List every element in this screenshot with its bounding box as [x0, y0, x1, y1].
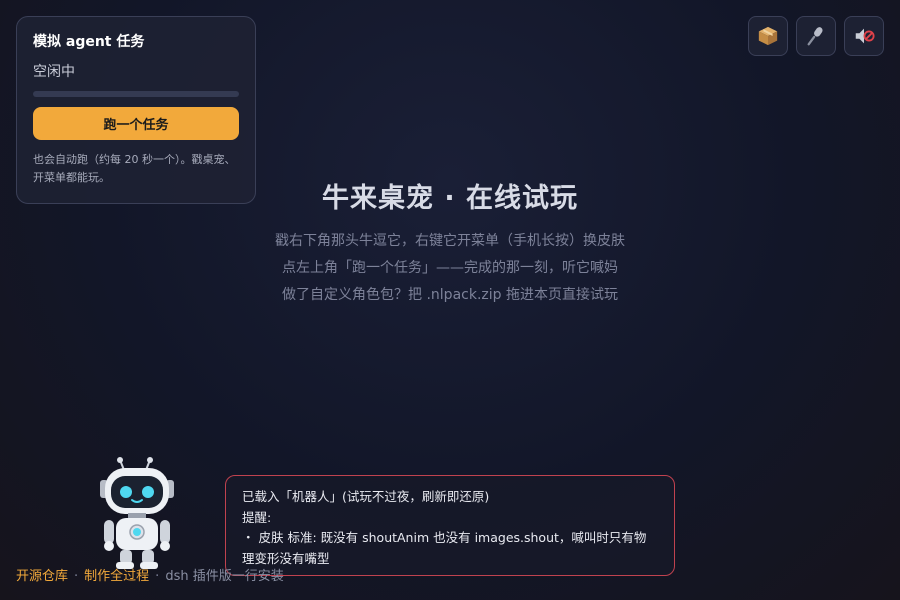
footer-separator: ·	[74, 569, 79, 584]
hero-line: 戳右下角那头牛逗它，右键它开菜单（手机长按）换皮肤	[275, 233, 625, 249]
package-icon	[758, 26, 778, 46]
task-progress-bar	[33, 91, 239, 97]
microphone-icon	[807, 27, 823, 46]
task-card-title: 模拟 agent 任务	[33, 34, 145, 50]
microphone-button[interactable]	[796, 16, 836, 56]
toast-line: 提醒:	[242, 509, 272, 525]
repo-link[interactable]: 开源仓库	[16, 569, 68, 584]
plugin-install-text: dsh 插件版一行安装	[165, 569, 284, 584]
run-task-button[interactable]: 跑一个任务	[33, 107, 239, 140]
hero-description: 戳右下角那头牛逗它，右键它开菜单（手机长按）换皮肤 点左上角「跑一个任务」——完…	[0, 228, 900, 309]
robot-pet[interactable]	[98, 456, 176, 571]
footer-separator: ·	[155, 569, 160, 584]
mute-button[interactable]	[844, 16, 884, 56]
package-button[interactable]	[748, 16, 788, 56]
page-title: 牛来桌宠 · 在线试玩	[321, 183, 579, 214]
hero-line: 点左上角「跑一个任务」——完成的那一刻，听它喊妈	[282, 260, 618, 276]
skin-load-toast: 已载入「机器人」(试玩不过夜，刷新即还原) 提醒: ・ 皮肤 标准: 既没有 s…	[225, 475, 675, 576]
toast-line: ・ 皮肤 标准: 既没有 shoutAnim 也没有 images.shout，…	[242, 530, 647, 566]
mute-icon	[855, 28, 875, 44]
toast-line: 已载入「机器人」(试玩不过夜，刷新即还原)	[242, 489, 490, 504]
process-link[interactable]: 制作全过程	[84, 569, 149, 584]
task-status-text: 空闲中	[33, 64, 75, 80]
hero-line: 做了自定义角色包？把 .nlpack.zip 拖进本页直接试玩	[282, 287, 618, 303]
footer-links: 开源仓库 · 制作全过程 · dsh 插件版一行安装	[16, 568, 284, 586]
